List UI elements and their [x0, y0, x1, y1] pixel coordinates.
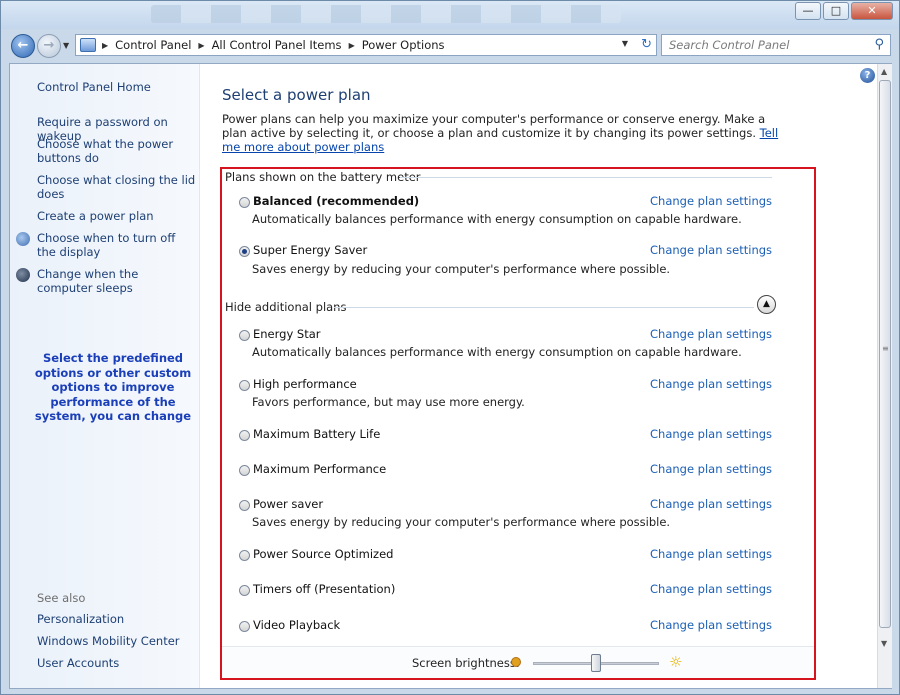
close-button[interactable]: ✕ — [851, 2, 893, 20]
change-plan-settings-link[interactable]: Change plan settings — [650, 582, 772, 596]
change-plan-settings-link[interactable]: Change plan settings — [650, 427, 772, 441]
plan-desc-energy-star: Automatically balances performance with … — [252, 345, 742, 359]
breadcrumb-power-options[interactable]: Power Options — [362, 38, 445, 52]
plan-name-maximum-performance[interactable]: Maximum Performance — [253, 462, 386, 476]
plan-name-timers-off[interactable]: Timers off (Presentation) — [253, 582, 395, 596]
plan-radio-timers-off[interactable] — [239, 585, 250, 596]
moon-icon — [16, 268, 30, 282]
plan-radio-power-source-optimized[interactable] — [239, 550, 250, 561]
change-plan-settings-link[interactable]: Change plan settings — [650, 327, 772, 341]
plan-name-maximum-battery-life[interactable]: Maximum Battery Life — [253, 427, 380, 441]
window-controls: — □ ✕ — [795, 2, 893, 20]
divider — [400, 177, 772, 178]
control-panel-icon — [80, 38, 96, 52]
minimize-button[interactable]: — — [795, 2, 821, 20]
plan-radio-power-saver[interactable] — [239, 500, 250, 511]
power-options-window: — □ ✕ ← → ▼ ▶ Control Panel ▶ All Contro… — [0, 0, 900, 695]
search-placeholder: Search Control Panel — [669, 38, 790, 52]
change-plan-settings-link[interactable]: Change plan settings — [650, 243, 772, 257]
arrow-right-icon: → — [43, 38, 55, 53]
help-icon[interactable]: ? — [860, 68, 875, 83]
change-plan-settings-link[interactable]: Change plan settings — [650, 377, 772, 391]
plan-name-power-saver[interactable]: Power saver — [253, 497, 323, 511]
additional-plans-heading[interactable]: Hide additional plans — [225, 300, 346, 314]
search-icon[interactable]: ⚲ — [874, 37, 884, 52]
page-title: Select a power plan — [222, 86, 371, 104]
brightness-bar: Screen brightness: ☼ — [222, 646, 814, 678]
change-plan-settings-link[interactable]: Change plan settings — [650, 497, 772, 511]
plan-radio-high-performance[interactable] — [239, 380, 250, 391]
navigation-bar: ← → ▼ ▶ Control Panel ▶ All Control Pane… — [1, 29, 899, 63]
plan-name-video-playback[interactable]: Video Playback — [253, 618, 340, 632]
annotation-note: Select the predefined options or other c… — [34, 351, 192, 423]
sidebar-computer-sleeps[interactable]: Change when the computer sleeps — [37, 267, 197, 295]
sidebar-personalization[interactable]: Personalization — [37, 612, 197, 626]
sidebar: Control Panel Home Require a password on… — [10, 64, 200, 688]
breadcrumb-chevron-icon[interactable]: ▶ — [102, 41, 108, 50]
divider — [334, 307, 754, 308]
plan-radio-energy-star[interactable] — [239, 330, 250, 341]
change-plan-settings-link[interactable]: Change plan settings — [650, 194, 772, 208]
breadcrumb-all-items[interactable]: All Control Panel Items — [212, 38, 342, 52]
dim-sun-icon — [511, 657, 521, 667]
refresh-icon[interactable]: ↻ — [641, 37, 652, 52]
recent-pages-chevron-icon[interactable]: ▼ — [63, 41, 69, 50]
plan-desc-super-energy-saver: Saves energy by reducing your computer's… — [252, 262, 671, 276]
plan-radio-video-playback[interactable] — [239, 621, 250, 632]
forward-button[interactable]: → — [37, 34, 61, 58]
breadcrumb-control-panel[interactable]: Control Panel — [115, 38, 191, 52]
address-bar[interactable]: ▶ Control Panel ▶ All Control Panel Item… — [75, 34, 657, 56]
sidebar-mobility-center[interactable]: Windows Mobility Center — [37, 634, 197, 648]
intro-text: Power plans can help you maximize your c… — [222, 112, 782, 154]
sidebar-turn-off-display[interactable]: Choose when to turn off the display — [37, 231, 197, 259]
change-plan-settings-link[interactable]: Change plan settings — [650, 547, 772, 561]
see-also-heading: See also — [37, 591, 86, 605]
plan-name-balanced[interactable]: Balanced (recommended) — [253, 194, 419, 208]
plan-radio-maximum-battery-life[interactable] — [239, 430, 250, 441]
plan-name-energy-star[interactable]: Energy Star — [253, 327, 321, 341]
arrow-left-icon: ← — [17, 38, 29, 53]
search-input[interactable]: Search Control Panel ⚲ — [661, 34, 891, 56]
change-plan-settings-link[interactable]: Change plan settings — [650, 618, 772, 632]
bright-sun-icon: ☼ — [669, 653, 683, 671]
plan-radio-maximum-performance[interactable] — [239, 465, 250, 476]
plan-desc-balanced: Automatically balances performance with … — [252, 212, 742, 226]
plan-radio-super-energy-saver[interactable] — [239, 246, 250, 257]
scroll-down-arrow-icon[interactable]: ▼ — [881, 639, 887, 648]
breadcrumb-chevron-icon[interactable]: ▶ — [349, 41, 355, 50]
battery-meter-heading: Plans shown on the battery meter — [225, 170, 421, 184]
display-icon — [16, 232, 30, 246]
sidebar-power-buttons[interactable]: Choose what the power buttons do — [37, 137, 197, 165]
sidebar-control-panel-home[interactable]: Control Panel Home — [37, 80, 197, 94]
taskbar-thumbnails — [151, 5, 621, 23]
breadcrumb-chevron-icon[interactable]: ▶ — [198, 41, 204, 50]
maximize-button[interactable]: □ — [823, 2, 849, 20]
sidebar-create-power-plan[interactable]: Create a power plan — [37, 209, 197, 223]
vertical-scrollbar[interactable]: ▲ ≡ ▼ — [877, 64, 892, 688]
scrollbar-thumb[interactable]: ≡ — [879, 80, 891, 628]
brightness-label: Screen brightness: — [412, 656, 520, 670]
grip-icon: ≡ — [882, 344, 889, 353]
change-plan-settings-link[interactable]: Change plan settings — [650, 462, 772, 476]
sidebar-user-accounts[interactable]: User Accounts — [37, 656, 197, 670]
plan-name-super-energy-saver[interactable]: Super Energy Saver — [253, 243, 367, 257]
brightness-slider-thumb[interactable] — [591, 654, 601, 672]
plans-panel: Plans shown on the battery meter Balance… — [220, 167, 816, 680]
sidebar-closing-lid[interactable]: Choose what closing the lid does — [37, 173, 197, 201]
collapse-chevron-up-icon[interactable]: ▲ — [757, 295, 776, 314]
plan-desc-high-performance: Favors performance, but may use more ene… — [252, 395, 525, 409]
address-dropdown-icon[interactable]: ▼ — [622, 39, 628, 48]
plan-radio-balanced[interactable] — [239, 197, 250, 208]
back-button[interactable]: ← — [11, 34, 35, 58]
plan-name-high-performance[interactable]: High performance — [253, 377, 357, 391]
intro-description: Power plans can help you maximize your c… — [222, 112, 766, 140]
scroll-up-arrow-icon[interactable]: ▲ — [881, 67, 887, 76]
title-bar: — □ ✕ — [1, 1, 899, 29]
plan-desc-power-saver: Saves energy by reducing your computer's… — [252, 515, 671, 529]
content-area: Control Panel Home Require a password on… — [9, 63, 892, 689]
plan-name-power-source-optimized[interactable]: Power Source Optimized — [253, 547, 393, 561]
